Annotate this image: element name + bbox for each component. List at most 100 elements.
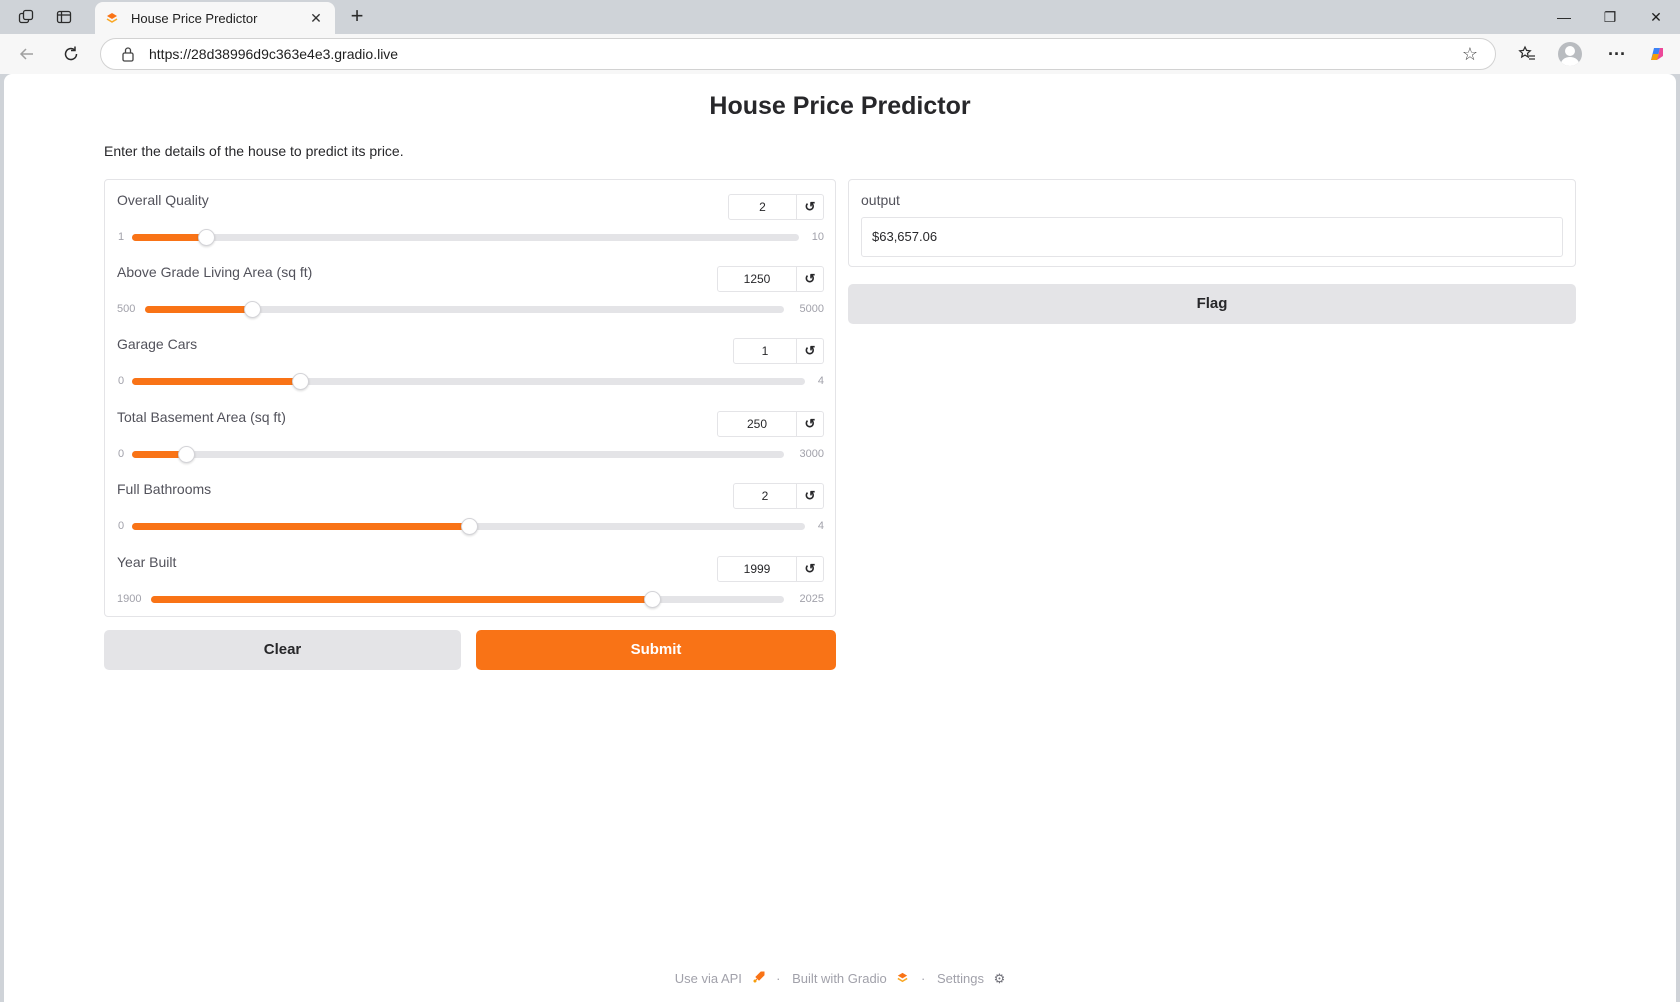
slider-thumb[interactable] [292, 373, 309, 390]
more-options-icon[interactable]: ··· [1602, 41, 1632, 67]
reset-button[interactable]: ↺ [797, 266, 824, 292]
reset-button[interactable]: ↺ [797, 194, 824, 220]
slider-thumb[interactable] [178, 446, 195, 463]
reset-button[interactable]: ↺ [797, 338, 824, 364]
range-min: 1 [118, 231, 125, 243]
page-title: House Price Predictor [709, 92, 971, 120]
slider-track[interactable] [145, 301, 784, 318]
favorite-star-icon[interactable]: ☆ [1455, 44, 1485, 65]
tab-title: House Price Predictor [131, 10, 258, 26]
browser-tab-bar: House Price Predictor ✕ + — ❐ ✕ [0, 0, 1680, 34]
footer-separator: · [776, 971, 781, 987]
browser-nav-bar: https://28d38996d9c363e4e3.gradio.live ☆… [0, 34, 1680, 74]
new-tab-button[interactable]: + [344, 4, 370, 30]
slider-track[interactable] [132, 518, 805, 535]
slider-fill [132, 234, 206, 241]
gradio-logo-icon [896, 971, 909, 987]
range-min: 0 [118, 448, 125, 460]
slider-thumb[interactable] [461, 518, 478, 535]
page-viewport: House Price Predictor Enter the details … [4, 74, 1676, 1002]
address-bar[interactable]: https://28d38996d9c363e4e3.gradio.live ☆ [100, 38, 1496, 70]
slider-label: Overall Quality [117, 192, 209, 208]
range-max: 2025 [799, 593, 824, 605]
minimize-button[interactable]: — [1542, 4, 1586, 30]
range-min: 0 [118, 375, 125, 387]
number-input-group: 1 ↺ [733, 338, 824, 364]
range-min: 500 [117, 303, 136, 315]
slider-fill [132, 378, 300, 385]
back-arrow-icon[interactable] [12, 41, 42, 67]
range-max: 5000 [799, 303, 824, 315]
slider-thumb[interactable] [198, 229, 215, 246]
number-input[interactable]: 2 [728, 194, 797, 220]
number-input-group: 2 ↺ [733, 483, 824, 509]
reset-button[interactable]: ↺ [797, 556, 824, 582]
slider-track[interactable] [132, 229, 799, 246]
flag-button[interactable]: Flag [848, 284, 1576, 324]
footer: Use via API · Built with Gradio · Settin… [4, 970, 1676, 987]
range-min: 0 [118, 520, 125, 532]
slider-basement-area: Total Basement Area (sq ft) 250 ↺ 0 3000 [117, 409, 824, 471]
gradio-favicon-icon [105, 11, 119, 25]
range-min: 1900 [117, 593, 142, 605]
slider-overall-quality: Overall Quality 2 ↺ 1 10 [117, 192, 824, 254]
reset-button[interactable]: ↺ [797, 483, 824, 509]
number-input[interactable]: 2 [733, 483, 797, 509]
slider-living-area: Above Grade Living Area (sq ft) 1250 ↺ 5… [117, 264, 824, 326]
output-textbox[interactable]: $63,657.06 [861, 217, 1563, 257]
vertical-tabs-icon[interactable] [52, 6, 76, 28]
slider-track[interactable] [151, 591, 784, 608]
clear-button[interactable]: Clear [104, 630, 461, 670]
reset-button[interactable]: ↺ [797, 411, 824, 437]
rocket-icon [752, 971, 765, 987]
slider-fill [151, 596, 652, 603]
inputs-panel: Overall Quality 2 ↺ 1 10 Above Grade Liv… [104, 179, 836, 617]
settings-link[interactable]: Settings [937, 971, 984, 986]
slider-garage-cars: Garage Cars 1 ↺ 0 4 [117, 336, 824, 398]
reload-icon[interactable] [56, 41, 86, 67]
number-input[interactable]: 1 [733, 338, 797, 364]
slider-label: Garage Cars [117, 336, 198, 352]
close-window-button[interactable]: ✕ [1634, 4, 1678, 30]
settings-gear-icon: ⚙ [993, 970, 1006, 986]
url-text[interactable]: https://28d38996d9c363e4e3.gradio.live [149, 46, 1455, 62]
slider-track[interactable] [132, 446, 784, 463]
active-tab[interactable]: House Price Predictor ✕ [95, 2, 335, 34]
output-panel: output $63,657.06 [848, 179, 1576, 267]
number-input[interactable]: 1250 [717, 266, 797, 292]
submit-button[interactable]: Submit [476, 630, 836, 670]
slider-thumb[interactable] [244, 301, 261, 318]
workspaces-icon[interactable] [14, 6, 38, 28]
footer-separator: · [921, 971, 926, 987]
page-description: Enter the details of the house to predic… [104, 143, 404, 159]
favorites-icon[interactable] [1512, 41, 1542, 67]
slider-thumb[interactable] [644, 591, 661, 608]
profile-avatar[interactable] [1558, 42, 1582, 66]
output-label: output [861, 192, 900, 208]
range-max: 4 [817, 520, 824, 532]
restore-button[interactable]: ❐ [1588, 4, 1632, 30]
slider-label: Year Built [117, 554, 177, 570]
range-max: 10 [811, 231, 824, 243]
number-input-group: 2 ↺ [728, 194, 824, 220]
slider-label: Above Grade Living Area (sq ft) [117, 264, 313, 280]
number-input-group: 250 ↺ [717, 411, 824, 437]
number-input-group: 1999 ↺ [717, 556, 824, 582]
slider-label: Full Bathrooms [117, 481, 212, 497]
slider-fill [132, 523, 469, 530]
number-input-group: 1250 ↺ [717, 266, 824, 292]
slider-full-bathrooms: Full Bathrooms 2 ↺ 0 4 [117, 481, 824, 543]
built-with-gradio-link[interactable]: Built with Gradio [792, 971, 887, 986]
tab-close-icon[interactable]: ✕ [307, 10, 325, 27]
copilot-icon[interactable] [1642, 41, 1672, 67]
range-max: 3000 [799, 448, 824, 460]
slider-fill [145, 306, 252, 313]
lock-icon[interactable] [117, 46, 139, 62]
number-input[interactable]: 250 [717, 411, 797, 437]
range-max: 4 [817, 375, 824, 387]
use-via-api-link[interactable]: Use via API [675, 971, 742, 986]
number-input[interactable]: 1999 [717, 556, 797, 582]
slider-label: Total Basement Area (sq ft) [117, 409, 286, 425]
slider-track[interactable] [132, 373, 805, 390]
slider-year-built: Year Built 1999 ↺ 1900 2025 [117, 554, 824, 616]
